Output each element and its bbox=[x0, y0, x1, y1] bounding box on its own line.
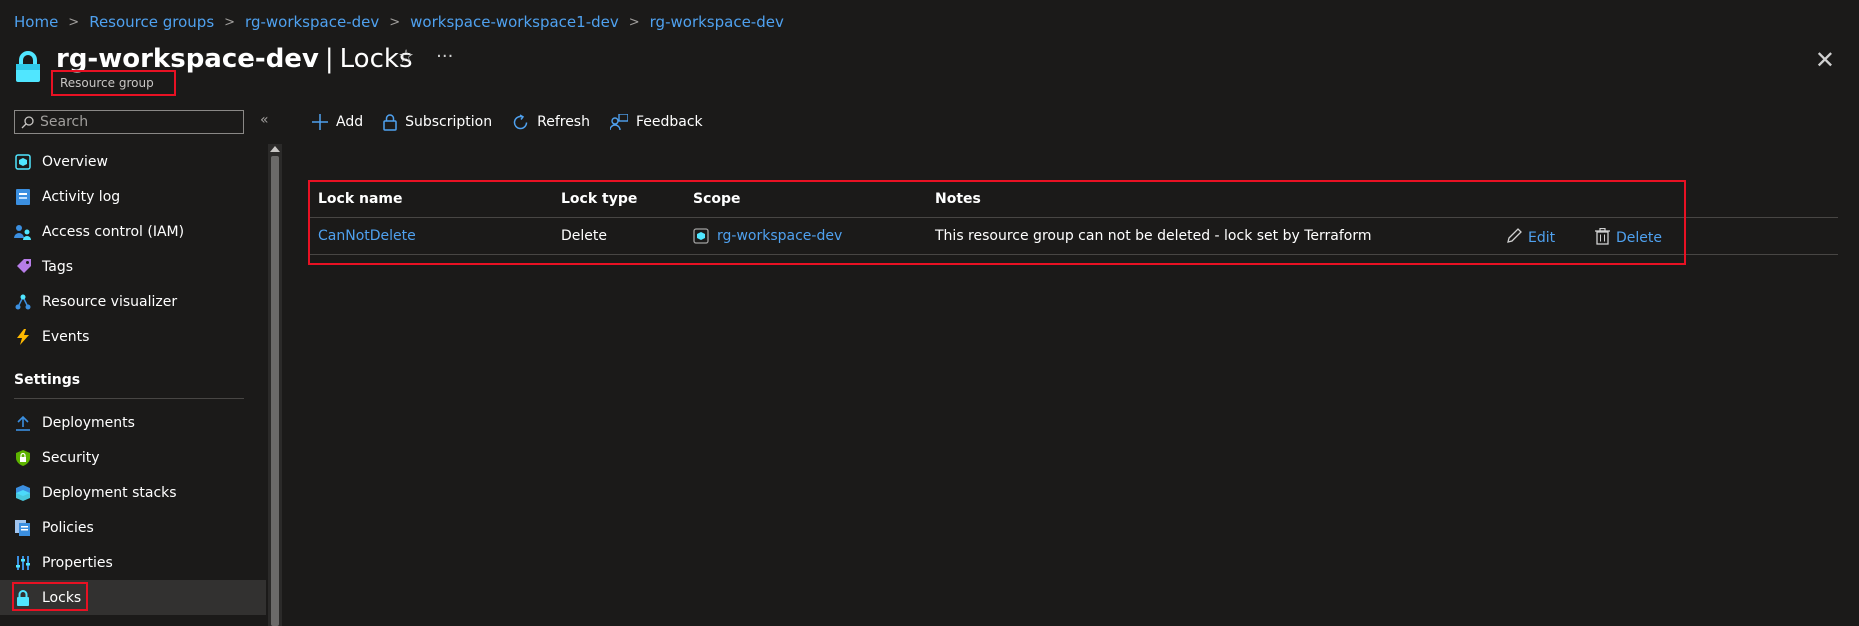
activity-log-icon bbox=[14, 188, 32, 206]
stacks-icon bbox=[14, 484, 32, 502]
breadcrumb-home[interactable]: Home bbox=[14, 13, 58, 31]
feedback-button[interactable]: Feedback bbox=[609, 113, 703, 131]
sidebar-item-locks[interactable]: Locks bbox=[0, 580, 266, 615]
chevron-right-icon: > bbox=[224, 14, 236, 30]
sidebar-item-deployments[interactable]: Deployments bbox=[0, 405, 266, 440]
plus-icon bbox=[312, 114, 328, 130]
sidebar-item-label: Overview bbox=[42, 153, 108, 170]
sidebar-item-label: Deployments bbox=[42, 414, 135, 431]
deployments-icon bbox=[14, 414, 32, 432]
search-input[interactable]: Search bbox=[14, 110, 244, 134]
search-placeholder: Search bbox=[40, 114, 89, 130]
sidebar-item-label: Events bbox=[42, 328, 90, 345]
sidebar-item-label: Deployment stacks bbox=[42, 484, 177, 501]
sidebar-nav: Overview Activity log Access control (IA… bbox=[0, 144, 266, 615]
sidebar-item-security[interactable]: Security bbox=[0, 440, 266, 475]
sidebar-item-policies[interactable]: Policies bbox=[0, 510, 266, 545]
page-header: rg-workspace-dev | Locks ☆ ··· Resource gr… bbox=[14, 40, 1859, 100]
breadcrumb: Home > Resource groups > rg-workspace-de… bbox=[14, 11, 784, 33]
sidebar-item-properties[interactable]: Properties bbox=[0, 545, 266, 580]
close-icon[interactable]: ✕ bbox=[1815, 46, 1835, 74]
sidebar-item-label: Properties bbox=[42, 554, 113, 571]
sidebar-item-label: Activity log bbox=[42, 188, 121, 205]
refresh-icon bbox=[513, 113, 528, 129]
sidebar-item-label: Security bbox=[42, 449, 100, 466]
sidebar-item-tags[interactable]: Tags bbox=[0, 249, 266, 284]
scroll-up-arrow[interactable] bbox=[270, 146, 280, 152]
collapse-sidebar-button[interactable]: « bbox=[260, 112, 269, 128]
ellipsis-icon[interactable]: ··· bbox=[436, 46, 453, 67]
subscription-label: Subscription bbox=[405, 114, 493, 130]
settings-section-header: Settings bbox=[14, 372, 81, 388]
sidebar-item-label: Tags bbox=[42, 258, 73, 275]
sidebar-item-label: Resource visualizer bbox=[42, 293, 178, 310]
add-label: Add bbox=[336, 114, 364, 130]
sidebar-item-activity-log[interactable]: Activity log bbox=[0, 179, 266, 214]
search-icon bbox=[21, 115, 34, 128]
breadcrumb-resource-groups[interactable]: Resource groups bbox=[89, 13, 214, 31]
divider bbox=[14, 398, 244, 399]
sidebar-item-events[interactable]: Events bbox=[0, 319, 266, 354]
sidebar-item-resource-visualizer[interactable]: Resource visualizer bbox=[0, 284, 266, 319]
policies-icon bbox=[14, 519, 32, 537]
chevron-right-icon: > bbox=[389, 14, 401, 30]
breadcrumb-workspace[interactable]: workspace-workspace1-dev bbox=[410, 13, 619, 31]
lightning-icon bbox=[14, 328, 32, 346]
sidebar-item-label: Policies bbox=[42, 519, 94, 536]
sidebar-item-deployment-stacks[interactable]: Deployment stacks bbox=[0, 475, 266, 510]
resource-type-label: Resource group bbox=[51, 70, 176, 96]
visualizer-icon bbox=[14, 293, 32, 311]
feedback-label: Feedback bbox=[635, 114, 703, 130]
title-actions: ☆ ··· bbox=[398, 46, 453, 67]
sidebar: Search « Overview Activity log Access co… bbox=[0, 108, 284, 626]
highlight-box bbox=[12, 582, 88, 611]
lock-icon bbox=[14, 50, 46, 86]
resource-group-icon bbox=[14, 153, 32, 171]
feedback-icon bbox=[609, 113, 628, 130]
iam-icon bbox=[14, 223, 32, 241]
shield-icon bbox=[14, 449, 32, 467]
breadcrumb-rg-workspace-dev-current[interactable]: rg-workspace-dev bbox=[650, 13, 784, 31]
highlight-box bbox=[308, 180, 1686, 265]
chevron-right-icon: > bbox=[628, 14, 640, 30]
sidebar-item-label: Access control (IAM) bbox=[42, 223, 185, 240]
sidebar-item-overview[interactable]: Overview bbox=[0, 144, 266, 179]
breadcrumb-rg-workspace-dev[interactable]: rg-workspace-dev bbox=[245, 13, 379, 31]
sidebar-scrollbar[interactable] bbox=[268, 144, 282, 626]
sidebar-item-iam[interactable]: Access control (IAM) bbox=[0, 214, 266, 249]
lock-icon bbox=[383, 113, 397, 131]
subscription-button[interactable]: Subscription bbox=[383, 113, 493, 131]
add-button[interactable]: Add bbox=[312, 114, 363, 130]
properties-icon bbox=[14, 554, 32, 572]
title-separator: | bbox=[324, 44, 334, 74]
command-bar: Add Subscription Refresh Feedback bbox=[312, 110, 703, 134]
star-icon[interactable]: ☆ bbox=[398, 46, 414, 67]
scroll-thumb[interactable] bbox=[271, 156, 279, 626]
refresh-button[interactable]: Refresh bbox=[512, 113, 590, 131]
refresh-label: Refresh bbox=[537, 114, 590, 130]
tag-icon bbox=[14, 258, 32, 276]
chevron-right-icon: > bbox=[68, 14, 80, 30]
